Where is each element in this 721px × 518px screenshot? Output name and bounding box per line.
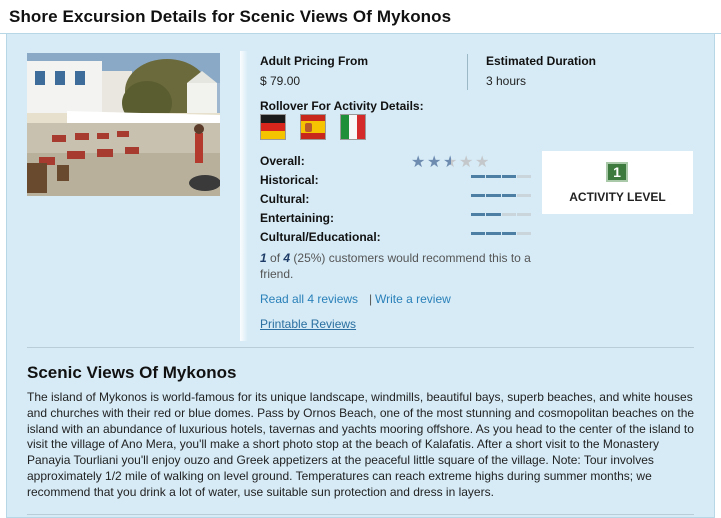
star-icon: ★: [475, 154, 490, 171]
rating-segment: [516, 232, 531, 235]
excursion-panel: Adult Pricing From $ 79.00 Estimated Dur…: [6, 34, 715, 518]
activity-level-badge: 1: [606, 162, 628, 182]
overall-rating-label: Overall:: [260, 154, 305, 168]
bottom-divider: [27, 514, 694, 515]
rating-segment: [471, 175, 486, 178]
recommend-count: 1: [260, 251, 267, 265]
star-icon: ★: [459, 154, 474, 171]
rating-label-entertaining: Entertaining:: [260, 211, 334, 225]
rating-bar-entertaining: [471, 212, 531, 218]
recommend-of: of: [270, 251, 281, 265]
rating-label-historical: Historical:: [260, 173, 319, 187]
rating-segment: [471, 194, 486, 197]
rating-segment: [471, 213, 486, 216]
divider-bar: [240, 51, 248, 341]
rating-segment: [471, 232, 486, 235]
rating-segment: [501, 232, 516, 235]
section-divider: [27, 347, 694, 348]
page-header: Shore Excursion Details for Scenic Views…: [0, 0, 721, 34]
rating-segment: [516, 194, 531, 197]
rating-segment: [486, 232, 501, 235]
rating-segment: [501, 175, 516, 178]
rating-segment: [501, 213, 516, 216]
printable-reviews-link[interactable]: Printable Reviews: [260, 317, 356, 331]
italian-flag-icon[interactable]: [340, 114, 366, 140]
read-reviews-link[interactable]: Read all 4 reviews: [260, 292, 358, 306]
german-flag-icon[interactable]: [260, 114, 286, 140]
star-icon: ★: [411, 154, 426, 171]
rating-segment: [486, 194, 501, 197]
activity-level-label: ACTIVITY LEVEL: [569, 190, 666, 204]
rating-bar-cultural-educational: [471, 231, 531, 237]
star-icon: ★: [443, 154, 458, 171]
activity-level-box: 1 ACTIVITY LEVEL: [542, 151, 693, 214]
star-icon: ★: [427, 154, 442, 171]
recommend-total: 4: [283, 251, 291, 265]
overall-rating-stars: ★ ★ ★ ★ ★: [411, 155, 491, 171]
rating-label-cultural-educational: Cultural/Educational:: [260, 230, 381, 244]
rating-segment: [501, 194, 516, 197]
spanish-flag-icon[interactable]: [300, 114, 326, 140]
links-separator: |: [369, 292, 373, 306]
description-title: Scenic Views Of Mykonos: [27, 363, 237, 382]
pricing-value: $ 79.00: [260, 74, 301, 88]
rating-label-cultural: Cultural:: [260, 192, 310, 206]
write-review-link[interactable]: Write a review: [375, 292, 451, 306]
rating-segment: [516, 175, 531, 178]
rating-segment: [516, 213, 531, 216]
pricing-separator: [467, 54, 468, 90]
description-body: The island of Mykonos is world-famous fo…: [27, 390, 695, 499]
rating-bar-historical: [471, 174, 531, 180]
recommend-text: 1 of 4 (25%) customers would recommend t…: [260, 250, 540, 282]
rating-segment: [486, 213, 501, 216]
duration-value: 3 hours: [486, 74, 527, 88]
rollover-label: Rollover For Activity Details:: [260, 99, 424, 113]
rating-bar-cultural: [471, 193, 531, 199]
rating-segment: [486, 175, 501, 178]
duration-label: Estimated Duration: [486, 54, 597, 68]
page-title: Shore Excursion Details for Scenic Views…: [9, 7, 452, 26]
excursion-photo: [27, 53, 220, 196]
recommend-rest: (25%) customers would recommend this to …: [260, 251, 531, 281]
pricing-label: Adult Pricing From: [260, 54, 368, 68]
